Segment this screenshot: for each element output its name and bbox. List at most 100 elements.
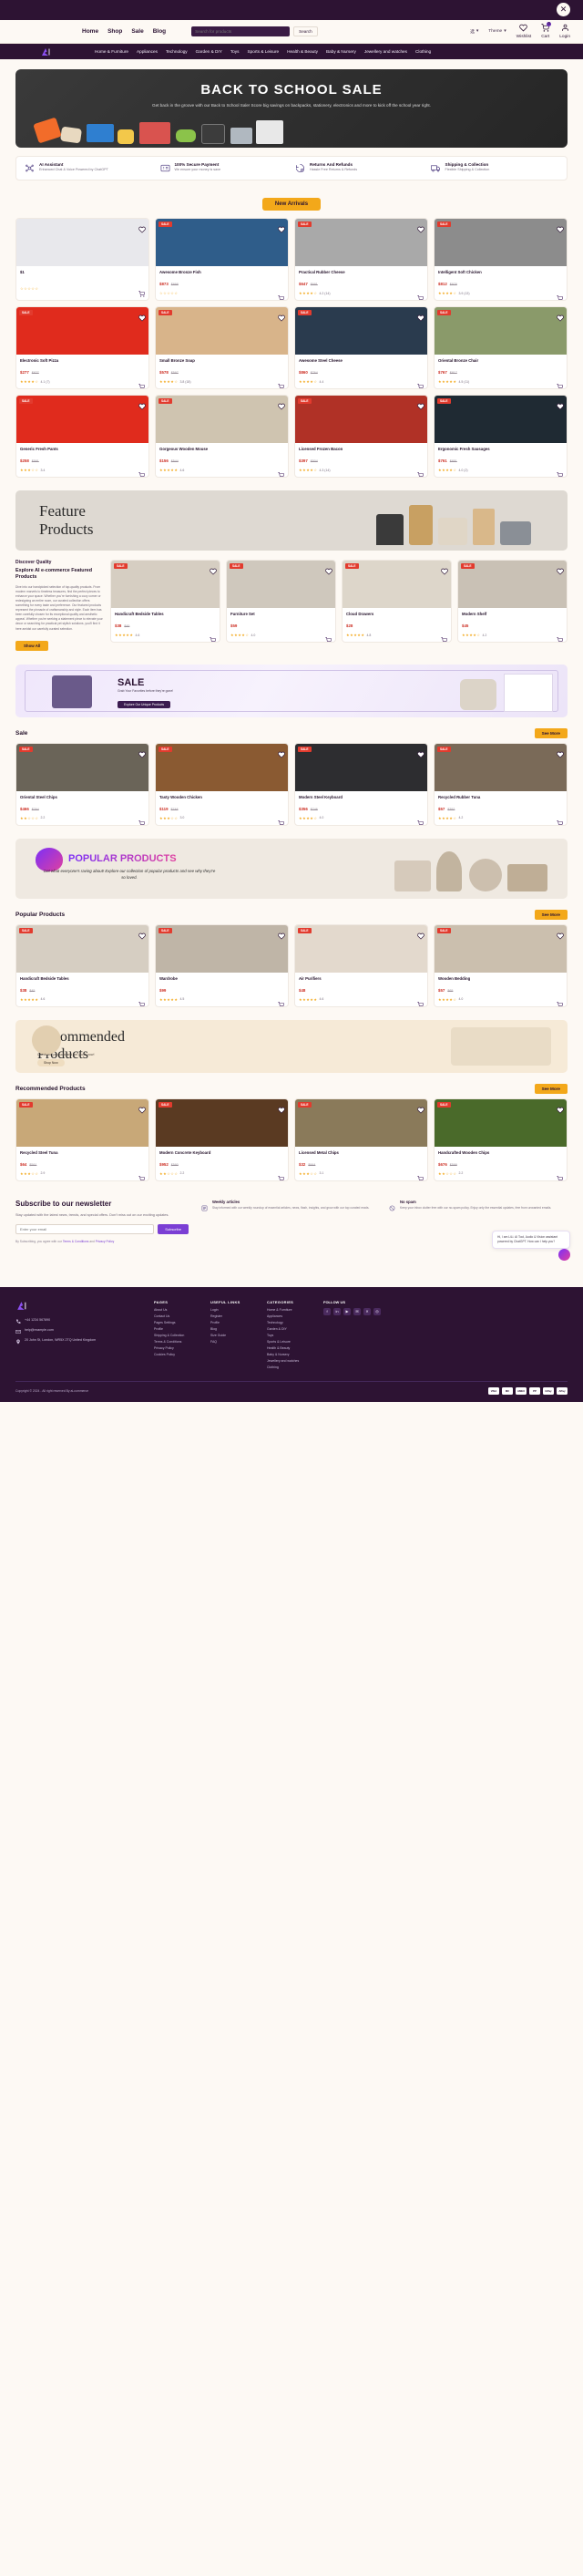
add-to-cart-icon[interactable] xyxy=(278,290,285,300)
social-icon-2[interactable]: ▶ xyxy=(343,1307,351,1315)
product-card[interactable]: SALE Wooden Bedding $57 $65 ★ ★ ★ ★ ☆ 4.0 xyxy=(434,923,568,1007)
footer-link[interactable]: Shipping & Collection xyxy=(154,1334,199,1337)
wishlist-heart-icon[interactable] xyxy=(138,747,146,758)
add-to-cart-icon[interactable] xyxy=(557,290,564,300)
add-to-cart-icon[interactable] xyxy=(278,1170,285,1180)
add-to-cart-icon[interactable] xyxy=(417,290,424,300)
product-card[interactable]: $1 ☆ ☆ ☆ ☆ ☆ xyxy=(15,218,149,301)
wishlist-heart-icon[interactable] xyxy=(138,398,146,410)
product-image[interactable]: SALE xyxy=(156,307,288,355)
wishlist-button[interactable]: Wishlist xyxy=(517,24,531,39)
nav-link-blog[interactable]: Blog xyxy=(153,28,166,35)
product-image[interactable]: SALE xyxy=(435,307,567,355)
product-card[interactable]: SALE Electronic Soft Pizza $277 $827 ★ ★ ★… xyxy=(15,306,149,389)
wishlist-heart-icon[interactable] xyxy=(210,563,217,575)
show-all-button[interactable]: Show All xyxy=(15,640,49,651)
footer-link[interactable]: Pages Settings xyxy=(154,1321,199,1324)
social-icon-1[interactable]: in xyxy=(333,1307,341,1315)
add-to-cart-icon[interactable] xyxy=(325,632,332,642)
footer-link[interactable]: Cookies Policy xyxy=(154,1353,199,1356)
product-image[interactable]: SALE xyxy=(156,396,288,443)
product-card[interactable]: SALE Recycled Rubber Tuna $57 $352 ★ ★ ★ ★ ☆… xyxy=(434,742,568,826)
product-card[interactable]: SALE Intelligent Soft Chicken $812 $978 … xyxy=(434,218,568,301)
footer-link[interactable]: Privacy Policy xyxy=(154,1346,199,1350)
product-card[interactable]: SALE Practical Rubber Cheese $647 $691 ★… xyxy=(294,218,428,301)
nav-link-sale[interactable]: Sale xyxy=(131,28,143,35)
product-image[interactable]: SALE xyxy=(227,561,335,608)
footer-link[interactable]: Terms & Conditions xyxy=(154,1340,199,1344)
hero-banner[interactable]: BACK TO SCHOOL SALE Get back in the groo… xyxy=(15,69,568,148)
product-card[interactable]: SALE Tasty Wooden Chicken $119 $748 ★ ★ ★ ☆… xyxy=(155,742,289,826)
footer-link[interactable]: Home & Furniture xyxy=(267,1308,312,1312)
wishlist-heart-icon[interactable] xyxy=(557,310,564,322)
product-image[interactable]: SALE xyxy=(16,743,148,791)
nav-link-home[interactable]: Home xyxy=(82,28,98,35)
close-icon[interactable]: ✕ xyxy=(557,3,570,16)
category-link-9[interactable]: Clothing xyxy=(415,49,431,54)
product-image[interactable]: SALE xyxy=(435,396,567,443)
newsletter-email-input[interactable] xyxy=(15,1223,155,1234)
product-card[interactable]: SALE Awesome Bronze Fish $873 $898 ☆ ☆ ☆ ☆ ☆ xyxy=(155,218,289,301)
product-card[interactable]: SALE Generic Fresh Pants $258 $591 ★ ★ ★ ☆ ☆… xyxy=(15,395,149,478)
product-image[interactable]: SALE xyxy=(295,396,427,443)
product-card[interactable]: SALE Handicraft Bedside Tables $38 $45 ★… xyxy=(15,923,149,1007)
cart-button[interactable]: 0 Cart xyxy=(541,22,552,39)
wishlist-heart-icon[interactable] xyxy=(557,222,564,233)
login-button[interactable]: Login xyxy=(559,24,570,39)
add-to-cart-icon[interactable] xyxy=(417,467,424,477)
popular-products-banner[interactable]: POPULAR PRODUCTS Get what everyone's rav… xyxy=(15,838,568,899)
recommended-banner-button[interactable]: Shop Now xyxy=(37,1058,65,1066)
product-image[interactable]: SALE xyxy=(435,219,567,266)
product-card[interactable]: SALE Oriental Steel Chips $466 $764 ★ ★ ☆ ☆… xyxy=(15,742,149,826)
product-image[interactable]: SALE xyxy=(435,1098,567,1147)
social-icon-3[interactable]: ✉ xyxy=(353,1307,361,1315)
add-to-cart-icon[interactable] xyxy=(557,815,564,825)
add-to-cart-icon[interactable] xyxy=(138,815,146,825)
wishlist-heart-icon[interactable] xyxy=(417,747,424,758)
wishlist-heart-icon[interactable] xyxy=(441,563,448,575)
wishlist-heart-icon[interactable] xyxy=(417,1102,424,1114)
add-to-cart-icon[interactable] xyxy=(138,285,146,297)
add-to-cart-icon[interactable] xyxy=(210,632,217,642)
category-link-1[interactable]: Appliances xyxy=(137,49,158,54)
terms-link[interactable]: Terms & Conditions xyxy=(63,1240,89,1243)
add-to-cart-icon[interactable] xyxy=(278,996,285,1006)
popular-see-more-button[interactable]: See More xyxy=(534,909,568,920)
product-card[interactable]: SALE Handicraft Bedside Tables $38 $45 ★… xyxy=(110,560,220,643)
category-link-3[interactable]: Garden & DIY xyxy=(196,49,222,54)
sale-promo-banner[interactable]: SALE Grab Your Favorites before they're … xyxy=(15,664,568,717)
social-icon-4[interactable]: ✕ xyxy=(363,1307,371,1315)
wishlist-heart-icon[interactable] xyxy=(417,310,424,322)
add-to-cart-icon[interactable] xyxy=(441,632,448,642)
category-link-7[interactable]: Baby & Nursery xyxy=(326,49,356,54)
product-card[interactable]: SALE Modern Concrete Keyboard $952 $590 … xyxy=(155,1097,289,1181)
footer-link[interactable]: Profile xyxy=(210,1321,256,1324)
privacy-link[interactable]: Privacy Policy xyxy=(96,1240,115,1243)
product-image[interactable]: SALE xyxy=(16,396,148,443)
product-image[interactable]: SALE xyxy=(295,1098,427,1147)
footer-link[interactable]: Login xyxy=(210,1308,256,1312)
add-to-cart-icon[interactable] xyxy=(557,378,564,388)
category-link-4[interactable]: Toys xyxy=(230,49,240,54)
product-card[interactable]: SALE Licensed Frozen Bacon $397 $504 ★ ★ ★… xyxy=(294,395,428,478)
product-image[interactable]: SALE xyxy=(16,307,148,355)
wishlist-heart-icon[interactable] xyxy=(278,222,285,233)
wishlist-heart-icon[interactable] xyxy=(417,928,424,940)
site-logo[interactable] xyxy=(40,46,51,57)
footer-link[interactable]: Register xyxy=(210,1314,256,1318)
product-card[interactable]: SALE Oriental Bronze Chair $767 $817 ★ ★ ★… xyxy=(434,306,568,389)
wishlist-heart-icon[interactable] xyxy=(138,928,146,940)
add-to-cart-icon[interactable] xyxy=(557,996,564,1006)
footer-link[interactable]: Technology xyxy=(267,1321,312,1324)
product-image[interactable]: SALE xyxy=(435,924,567,973)
add-to-cart-icon[interactable] xyxy=(278,467,285,477)
product-card[interactable]: SALE Gorgeous Wooden Mouse $156 $544 ★ ★ ★… xyxy=(155,395,289,478)
product-image[interactable]: SALE xyxy=(16,1098,148,1147)
wishlist-heart-icon[interactable] xyxy=(278,310,285,322)
product-card[interactable]: SALE Wardrobe $99 ★ ★ ★ ★ ★ 4.5 xyxy=(155,923,289,1007)
add-to-cart-icon[interactable] xyxy=(557,1170,564,1180)
product-image[interactable] xyxy=(16,219,148,266)
footer-link[interactable]: Jewellery and watches xyxy=(267,1359,312,1363)
product-image[interactable]: SALE xyxy=(295,307,427,355)
footer-link[interactable]: Clothing xyxy=(267,1365,312,1369)
